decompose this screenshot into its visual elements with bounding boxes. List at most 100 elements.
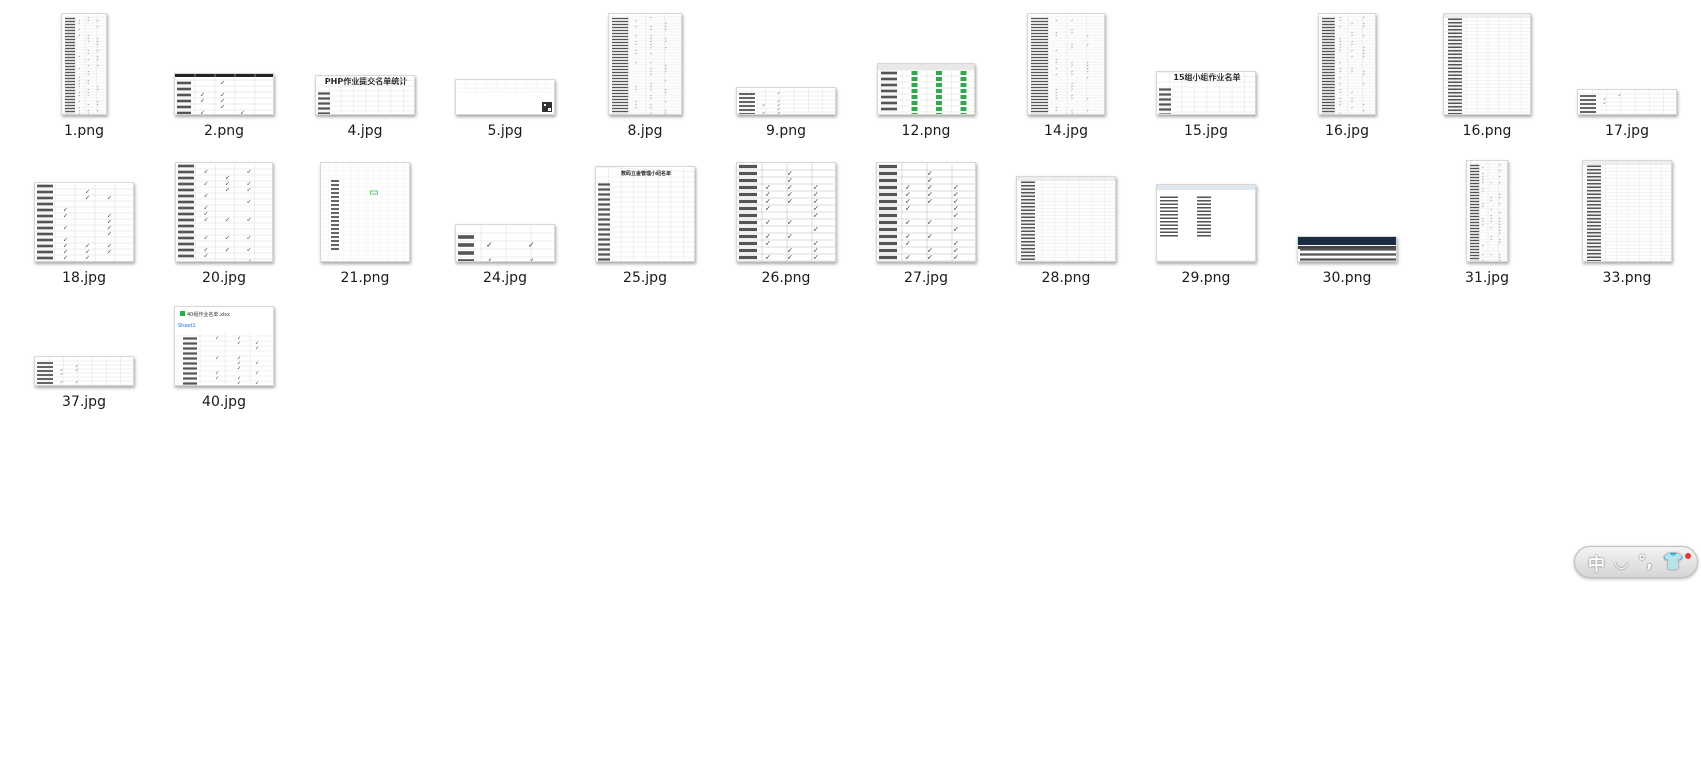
svg-text:✓: ✓ <box>215 356 219 362</box>
file-item[interactable]: 33.png <box>1557 150 1697 286</box>
ime-skin-button[interactable]: 👕 <box>1663 552 1684 572</box>
svg-text:✓: ✓ <box>87 82 90 86</box>
svg-text:✓: ✓ <box>78 28 81 32</box>
file-item[interactable]: ✓ ✓ ✓ ✓ ✓ ✓ ✓ ✓ ✓ ✓ ✓ ✓ ✓ ✓ ✓ ✓ ✓ ✓ ✓ ✓ ✓ ✓ ✓ ✓ ✓ ✓ ✓ ✓ ✓ ✓ ✓ ✓ ✓ ✓ ✓ ✓ ✓ ✓ ✓ ✓… <box>575 3 715 139</box>
svg-text:✓: ✓ <box>107 231 112 238</box>
file-name-label: 9.png <box>765 123 806 139</box>
svg-text:✓: ✓ <box>247 199 252 206</box>
svg-text:✓: ✓ <box>1339 61 1342 65</box>
file-thumbnail[interactable]: ✓ ✓ ✓ ✓ ✓ ✓ ✓ ✓ ✓ ✓ ✓ ✓ ✓ ✓ ✓ ✓ ✓ ✓ ✓ ✓ ✓ ✓ ✓ ✓ ✓ ✓ ✓ ✓ ✓ ✓ ✓ ✓ ✓ ✓ ✓ ✓ ✓ ✓ ✓ <box>1027 13 1105 115</box>
file-item[interactable]: ✓ ✓ ✓ ✓ ✓ ✓ ✓ ✓ 2.png <box>154 3 294 139</box>
file-thumbnail[interactable]: ✓ ✓ ✓ <box>1577 89 1677 115</box>
file-item[interactable]: ✓ ✓ ✓ ✓ ✓ ✓ ✓ ✓ ✓ ✓ ✓ ✓ ✓ ✓ ✓ ✓ ✓ ✓ ✓ ✓ ✓ ✓ ✓ ✓ ✓ ✓ 26.png <box>716 150 856 286</box>
file-item[interactable]: ✓ ✓ ✓ ✓ ✓ ✓ ✓ ✓ ✓ ✓ ✓ ✓ ✓ ✓ ✓ ✓ ✓ ✓ ✓ ✓ ✓ ✓ ✓ 20.jpg <box>154 150 294 286</box>
file-item[interactable]: ✓ ✓ ✓ ✓ ✓ ✓ ✓ ✓ ✓ ✓ ✓ ✓ ✓ ✓ ✓ ✓ ✓ ✓ ✓ ✓ ✓ ✓ ✓ ✓ ✓ ✓ 27.jpg <box>856 150 996 286</box>
svg-text:✓: ✓ <box>97 49 100 53</box>
file-item[interactable]: 12.png <box>856 3 996 139</box>
svg-text:✓: ✓ <box>1055 49 1058 53</box>
file-thumbnail[interactable] <box>1156 184 1256 262</box>
file-thumbnail[interactable]: ✓ ✓ ✓ ✓ ✓ ✓ ✓ ✓ ✓ ✓ ✓ ✓ ✓ ✓ ✓ ✓ ✓ ✓ ✓ ✓ ✓ ✓ ✓ ✓ ✓ ✓ ✓ ✓ ✓ ✓ ✓ ✓ ✓ ✓ ✓ ✓ ✓ ✓ ✓ ✓… <box>608 13 682 115</box>
file-thumbnail[interactable]: PHP作业提交名单统计 <box>315 75 415 115</box>
file-thumbnail[interactable] <box>1443 13 1531 115</box>
file-item[interactable]: 29.png <box>1136 150 1276 286</box>
svg-text:✓: ✓ <box>1339 19 1342 23</box>
file-thumbnail[interactable]: 数码五金管理小组名单 <box>595 166 695 262</box>
file-thumbnail[interactable] <box>1582 160 1672 262</box>
file-item[interactable]: 数码五金管理小组名单 25.jpg <box>575 150 715 286</box>
svg-text:✓: ✓ <box>247 187 252 194</box>
svg-text:✓: ✓ <box>665 28 668 32</box>
file-thumbnail[interactable]: ✓ ✓ ✓ ✓ ✓ ✓ ✓ <box>736 87 836 115</box>
svg-text:✓: ✓ <box>237 341 241 347</box>
file-item[interactable]: 28.png <box>996 150 1136 286</box>
file-item[interactable]: ✓ ✓ ✓ ✓ ✓ ✓ ✓ ✓ ✓ ✓ ✓ ✓ ✓ ✓ ✓ ✓ ✓ ✓ ✓ ✓ ✓ ✓ ✓ ✓ ✓ ✓ ✓ ✓ ✓ ✓ ✓ ✓ ✓ ✓ ✓ ✓ ✓ ✓ ✓ ✓… <box>1417 150 1557 286</box>
file-item[interactable]: PHP作业提交名单统计 4.jpg <box>295 3 435 139</box>
svg-text:✓: ✓ <box>953 254 959 262</box>
svg-text:✓: ✓ <box>1482 181 1485 185</box>
svg-text:✓: ✓ <box>225 247 230 254</box>
file-name-label: 29.png <box>1181 270 1231 286</box>
file-item[interactable]: ✓ ✓ ✓ ✓ ✓ ✓ ✓ ✓ ✓ ✓ ✓ ✓ ✓ ✓ ✓ ✓ ✓ ✓ ✓ ✓ ✓ ✓ ✓ ✓ ✓ ✓ ✓ ✓ ✓ ✓ ✓ ✓ ✓ ✓ ✓ ✓ ✓ ✓ ✓ 1… <box>996 3 1136 139</box>
file-item[interactable]: 5.jpg <box>435 3 575 139</box>
svg-text:✓: ✓ <box>75 368 78 373</box>
file-item[interactable]: 30.png <box>1277 150 1417 286</box>
file-thumbnail[interactable]: ✓ ✓ ✓ ✓ ✓ ✓ ✓ ✓ ✓ ✓ ✓ ✓ ✓ ✓ ✓ ✓ ✓ ✓ ✓ <box>34 182 134 262</box>
svg-text:✓: ✓ <box>78 34 81 38</box>
file-thumbnail[interactable]: ✓ ✓ ✓ ✓ <box>455 224 555 262</box>
svg-text:✓: ✓ <box>813 212 819 220</box>
file-thumbnail[interactable]: ✓ ✓ ✓ ✓ ✓ ✓ ✓ ✓ ✓ ✓ ✓ ✓ ✓ ✓ ✓ ✓ ✓ ✓ ✓ ✓ ✓ ✓ ✓ ✓ ✓ ✓ <box>876 162 976 262</box>
svg-text:✓: ✓ <box>486 257 493 263</box>
svg-text:✓: ✓ <box>927 233 933 241</box>
ime-mode-button[interactable]: 中 <box>1588 550 1605 575</box>
file-thumbnail[interactable]: ✓ ✓ ✓ ✓ ✓ ✓ ✓ ✓ ✓ ✓ ✓ ✓ ✓ ✓ ✓ ✓ ✓ ✓ ✓ ✓ ✓ ✓ ✓ ✓ ✓ ✓ <box>736 162 836 262</box>
file-item[interactable]: ✓ ✓ ✓ ✓ ✓ ✓ ✓ ✓ ✓ ✓ ✓ ✓ ✓ ✓ ✓ ✓ ✓ ✓ ✓ 18.jpg <box>14 150 154 286</box>
svg-text:✓: ✓ <box>1055 34 1058 38</box>
file-item[interactable]: 15组小组作业名单 15.jpg <box>1136 3 1276 139</box>
ime-toolbar[interactable]: 中 ◡ °, 👕 <box>1574 546 1698 578</box>
file-item[interactable]: ✓ ✓ ✓ ✓ ✓ ✓ ✓ ✓ ✓ ✓ ✓ ✓ ✓ ✓ ✓ ✓ ✓ ✓ ✓ ✓ ✓ ✓ ✓ ✓ ✓ ✓ ✓ ✓ ✓ ✓ ✓ ✓ ✓ ✓ ✓ ✓ ✓ ✓ ✓ ✓… <box>14 3 154 139</box>
svg-text:✓: ✓ <box>87 64 90 68</box>
file-name-label: 28.png <box>1041 270 1091 286</box>
file-item[interactable]: ✓ ✓ ✓ ✓ ✓ ✓ ✓ ✓ ✓ ✓ ✓ ✓ ✓ ✓ ✓ ✓ ✓ ✓ ✓ ✓ ✓ ✓ ✓ ✓ ✓ ✓ ✓ ✓ ✓ ✓ ✓ ✓ ✓ ✓ ✓ ✓ ✓ ✓ ✓ ✓… <box>1277 3 1417 139</box>
ime-shape-button[interactable]: °, <box>1638 552 1653 572</box>
svg-text:✓: ✓ <box>905 219 911 227</box>
svg-text:✓: ✓ <box>1071 97 1074 101</box>
svg-text:✓: ✓ <box>225 235 230 242</box>
file-thumbnail[interactable] <box>1016 176 1116 262</box>
file-item[interactable]: ✓ ✓ ✓ ✓ 24.jpg <box>435 150 575 286</box>
svg-text:✓: ✓ <box>1499 163 1502 167</box>
file-thumbnail[interactable]: ✓ ✓ ✓ ✓ ✓ ✓ ✓ ✓ <box>174 73 274 115</box>
file-thumbnail[interactable]: 40组作业名单.xlsx Sheet1 ✓ ✓ ✓ ✓ ✓ ✓ ✓ ✓ ✓ ✓ ✓ ✓ ✓ ✓ ✓ ✓ <box>174 306 274 386</box>
file-thumbnail[interactable]: ✓ ✓ ✓ ✓ ✓ ✓ ✓ ✓ ✓ ✓ ✓ ✓ ✓ ✓ ✓ ✓ ✓ ✓ ✓ ✓ ✓ ✓ ✓ ✓ ✓ ✓ ✓ ✓ ✓ ✓ ✓ ✓ ✓ ✓ ✓ ✓ ✓ ✓ ✓ ✓… <box>1466 160 1508 262</box>
file-item[interactable]: ✓ ✓ ✓ ✓ ✓ ✓ ✓ 9.png <box>716 3 856 139</box>
file-thumbnail[interactable]: ✓ ✓ ✓ ✓ ✓ ✓ ✓ ✓ ✓ ✓ ✓ ✓ ✓ ✓ ✓ ✓ ✓ ✓ ✓ ✓ ✓ ✓ ✓ ✓ ✓ ✓ ✓ ✓ ✓ ✓ ✓ ✓ ✓ ✓ ✓ ✓ ✓ ✓ ✓ ✓… <box>61 13 107 115</box>
file-thumbnail[interactable] <box>455 79 555 115</box>
file-item[interactable]: ✓ ✓ ✓ ✓ ✓ ✓ 37.jpg <box>14 274 154 410</box>
file-item[interactable]: 40组作业名单.xlsx Sheet1 ✓ ✓ ✓ ✓ ✓ ✓ ✓ ✓ ✓ ✓ ✓ ✓ ✓ ✓ ✓ ✓ 40.jpg <box>154 274 294 410</box>
svg-text:✓: ✓ <box>1071 31 1074 35</box>
file-thumbnail[interactable]: ✓ ✓ ✓ ✓ ✓ ✓ <box>34 356 134 386</box>
file-thumbnail[interactable] <box>877 63 975 115</box>
file-thumbnail[interactable]: ✓ ✓ ✓ ✓ ✓ ✓ ✓ ✓ ✓ ✓ ✓ ✓ ✓ ✓ ✓ ✓ ✓ ✓ ✓ ✓ ✓ ✓ ✓ ✓ ✓ ✓ ✓ ✓ ✓ ✓ ✓ ✓ ✓ ✓ ✓ ✓ ✓ ✓ ✓ ✓… <box>1318 13 1376 115</box>
ime-punctuation-button[interactable]: ◡ <box>1615 552 1628 572</box>
svg-text:✓: ✓ <box>762 103 765 108</box>
svg-text:✓: ✓ <box>87 94 90 98</box>
file-item[interactable]: 21.png <box>295 150 435 286</box>
file-thumbnail[interactable] <box>1297 236 1397 262</box>
svg-text:✓: ✓ <box>650 73 653 77</box>
svg-text:✓: ✓ <box>97 103 100 107</box>
file-thumbnail[interactable]: 15组小组作业名单 <box>1156 71 1256 115</box>
file-thumbnail[interactable]: ✓ ✓ ✓ ✓ ✓ ✓ ✓ ✓ ✓ ✓ ✓ ✓ ✓ ✓ ✓ ✓ ✓ ✓ ✓ ✓ ✓ ✓ ✓ <box>175 162 273 262</box>
file-item[interactable]: ✓ ✓ ✓ 17.jpg <box>1557 3 1697 139</box>
svg-text:✓: ✓ <box>203 253 208 260</box>
file-thumbnail[interactable] <box>320 162 410 262</box>
svg-text:✓: ✓ <box>787 233 793 241</box>
svg-text:✓: ✓ <box>1071 88 1074 92</box>
svg-text:✓: ✓ <box>1071 19 1074 23</box>
svg-text:✓: ✓ <box>777 91 780 96</box>
file-item[interactable]: 16.png <box>1417 3 1557 139</box>
svg-text:✓: ✓ <box>203 217 208 224</box>
svg-text:✓: ✓ <box>97 25 100 29</box>
svg-text:✓: ✓ <box>1339 91 1342 95</box>
svg-text:✓: ✓ <box>1071 73 1074 77</box>
